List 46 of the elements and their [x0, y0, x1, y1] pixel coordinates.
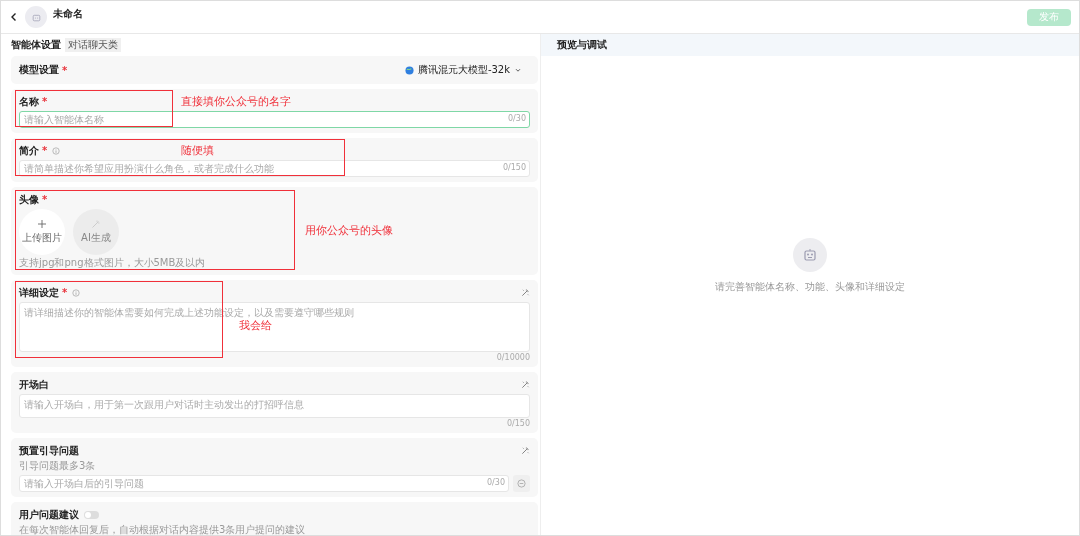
- category-tag: 对话聊天类: [65, 38, 121, 52]
- char-counter: 0/30: [508, 114, 526, 123]
- magic-wand-icon[interactable]: [521, 380, 530, 389]
- field-label: 开场白: [19, 377, 49, 392]
- back-icon[interactable]: [9, 12, 19, 22]
- caret-icon[interactable]: [514, 66, 522, 74]
- required-mark: *: [62, 287, 68, 298]
- required-mark: *: [42, 96, 48, 107]
- field-label: 详细设定: [19, 285, 59, 300]
- minus-circle-icon: [517, 479, 526, 488]
- info-icon: [72, 288, 81, 297]
- hint-text: 支持jpg和png格式图片，大小5MB及以内: [19, 256, 207, 270]
- annotation-note: 随便填: [181, 143, 214, 158]
- robot-icon: [802, 246, 818, 263]
- globe-icon: [404, 65, 414, 75]
- field-label: 名称: [19, 94, 39, 109]
- char-counter: 0/10000: [495, 353, 530, 362]
- annotation-note: 直接填你公众号的名字: [181, 94, 291, 109]
- section-title: 智能体设置: [11, 38, 61, 52]
- magic-wand-icon: [91, 219, 101, 229]
- required-mark: *: [42, 194, 48, 205]
- char-counter: 0/30: [487, 478, 505, 487]
- char-counter: 0/150: [505, 419, 530, 428]
- preview-title: 预览与调试: [541, 34, 1079, 56]
- remove-button[interactable]: [513, 475, 530, 492]
- required-mark: *: [42, 145, 48, 156]
- char-counter: 0/150: [502, 163, 526, 172]
- field-label: 模型设置: [19, 63, 59, 77]
- field-label: 头像: [19, 192, 39, 207]
- upload-button[interactable]: 上传图片: [19, 209, 65, 255]
- plus-icon: [37, 219, 47, 229]
- toggle-switch[interactable]: [84, 510, 99, 519]
- field-label: 简介: [19, 143, 39, 158]
- magic-wand-icon[interactable]: [521, 288, 530, 297]
- hint-text: 在每次智能体回复后，自动根据对话内容提供3条用户提问的建议: [19, 523, 307, 535]
- annotation-note: 用你公众号的头像: [305, 223, 393, 238]
- field-label: 预置引导问题: [19, 443, 79, 458]
- agent-title: 未命名: [53, 7, 83, 21]
- hint-text: 引导问题最多3条: [19, 459, 97, 473]
- info-icon: [52, 146, 61, 155]
- required-mark: *: [62, 64, 68, 76]
- empty-state-text: 请完善智能体名称、功能、头像和详细设定: [715, 279, 905, 294]
- field-label: 用户问题建议: [19, 507, 79, 522]
- model-select[interactable]: 腾讯混元大模型-32k: [417, 63, 510, 77]
- magic-wand-icon[interactable]: [521, 446, 530, 455]
- annotation-note: 我会给: [239, 318, 272, 333]
